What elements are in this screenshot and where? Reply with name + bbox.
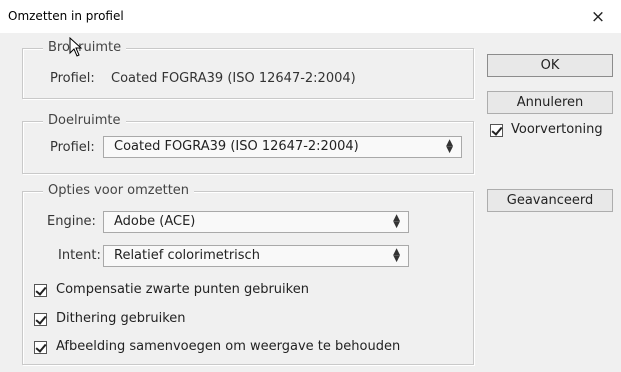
dialog-body: Bronruimte Profiel: Coated FOGRA39 (ISO … — [0, 33, 621, 372]
cancel-button[interactable]: Annuleren — [487, 91, 613, 114]
intent-label: Intent: — [58, 248, 101, 263]
flatten-label[interactable]: Afbeelding samenvoegen om weergave te be… — [56, 339, 400, 354]
updown-arrow-icon: ▲ ▼ — [393, 247, 400, 264]
ok-button[interactable]: OK — [487, 54, 613, 77]
engine-value: Adobe (ACE) — [114, 214, 196, 229]
checkmark-icon — [35, 284, 47, 296]
updown-arrow-icon: ▲ ▼ — [446, 138, 453, 155]
flatten-checkbox[interactable] — [34, 341, 47, 354]
preview-label[interactable]: Voorvertoning — [511, 122, 603, 137]
advanced-button[interactable]: Geavanceerd — [487, 189, 613, 212]
close-icon: × — [590, 6, 606, 27]
engine-label: Engine: — [47, 214, 96, 229]
destination-legend: Doelruimte — [43, 113, 126, 129]
destination-profile-select[interactable]: Coated FOGRA39 (ISO 12647-2:2004) ▲ ▼ — [103, 136, 462, 158]
title-bar: Omzetten in profiel × — [0, 0, 621, 33]
checkmark-icon — [491, 124, 503, 136]
checkmark-icon — [35, 313, 47, 325]
dithering-checkbox[interactable] — [34, 313, 47, 326]
destination-group: Doelruimte Profiel: Coated FOGRA39 (ISO … — [22, 113, 474, 174]
destination-profile-value: Coated FOGRA39 (ISO 12647-2:2004) — [114, 139, 359, 154]
options-group: Opties voor omzetten Engine: Adobe (ACE)… — [22, 183, 474, 365]
options-legend: Opties voor omzetten — [43, 183, 195, 199]
preview-checkbox[interactable] — [490, 124, 503, 137]
updown-arrow-icon: ▲ ▼ — [393, 213, 400, 230]
black-point-label[interactable]: Compensatie zwarte punten gebruiken — [56, 282, 309, 297]
mouse-pointer-icon — [69, 37, 83, 57]
intent-select[interactable]: Relatief colorimetrisch ▲ ▼ — [103, 245, 409, 267]
intent-value: Relatief colorimetrisch — [114, 248, 260, 263]
source-profile-value: Coated FOGRA39 (ISO 12647-2:2004) — [111, 71, 356, 86]
engine-select[interactable]: Adobe (ACE) ▲ ▼ — [103, 211, 409, 233]
source-legend: Bronruimte — [43, 40, 127, 56]
destination-profile-label: Profiel: — [50, 140, 95, 155]
source-profile-label: Profiel: — [50, 71, 95, 86]
checkmark-icon — [35, 341, 47, 353]
dialog-title: Omzetten in profiel — [8, 9, 124, 23]
close-button[interactable]: × — [575, 0, 621, 33]
source-group: Bronruimte Profiel: Coated FOGRA39 (ISO … — [22, 37, 474, 99]
black-point-checkbox[interactable] — [34, 284, 47, 297]
dithering-label[interactable]: Dithering gebruiken — [56, 311, 186, 326]
